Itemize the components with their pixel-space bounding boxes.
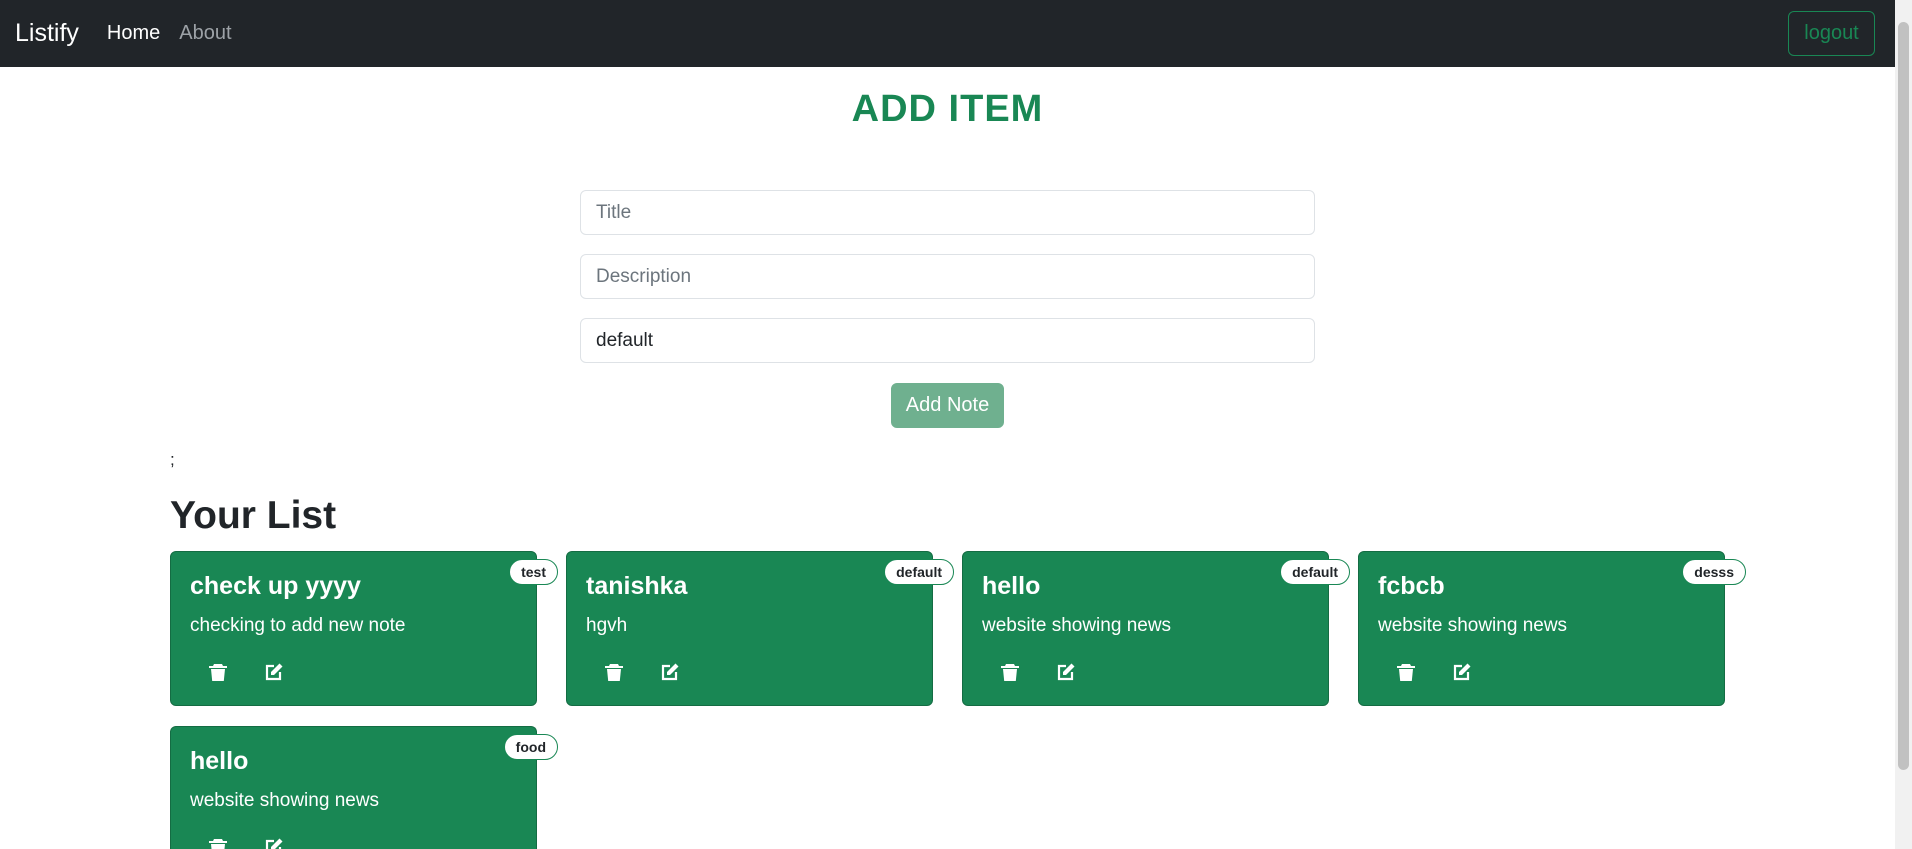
note-tag-badge: default <box>1280 559 1350 585</box>
note-actions <box>999 661 1077 683</box>
note-card: hello website showing news food <box>170 726 558 849</box>
note-actions <box>207 661 285 683</box>
nav-link-home[interactable]: Home <box>107 22 160 45</box>
logout-button[interactable]: logout <box>1788 11 1875 56</box>
note-description: website showing news <box>1378 615 1568 636</box>
note-actions <box>603 661 681 683</box>
note-title: tanishka <box>586 572 688 600</box>
stray-text: ; <box>170 450 175 469</box>
title-input[interactable] <box>580 190 1315 235</box>
add-note-button[interactable]: Add Note <box>891 383 1004 428</box>
note-description: hgvh <box>586 615 628 636</box>
trash-icon[interactable] <box>1395 661 1417 683</box>
description-input[interactable] <box>580 254 1315 299</box>
edit-icon[interactable] <box>659 661 681 683</box>
note-card: fcbcb website showing news desss <box>1358 551 1746 706</box>
note-card: hello website showing news default <box>962 551 1350 706</box>
edit-icon[interactable] <box>1055 661 1077 683</box>
add-item-heading: ADD ITEM <box>851 88 1044 130</box>
note-title: check up yyyy <box>190 572 361 600</box>
note-title: hello <box>190 747 249 775</box>
page-scrollbar[interactable] <box>1895 0 1912 849</box>
note-actions <box>207 836 285 849</box>
trash-icon[interactable] <box>603 661 625 683</box>
your-list-heading: Your List <box>170 494 337 537</box>
note-title: fcbcb <box>1378 572 1445 600</box>
tag-input[interactable] <box>580 318 1315 363</box>
note-tag-badge: desss <box>1682 559 1746 585</box>
note-tag-badge: food <box>503 734 558 760</box>
trash-icon[interactable] <box>999 661 1021 683</box>
note-card: tanishka hgvh default <box>566 551 954 706</box>
scrollbar-thumb[interactable] <box>1898 22 1909 770</box>
trash-icon[interactable] <box>207 661 229 683</box>
note-actions <box>1395 661 1473 683</box>
note-card: check up yyyy checking to add new note t… <box>170 551 558 706</box>
navbar: Listify Home About logout <box>0 0 1895 67</box>
edit-icon[interactable] <box>263 836 285 849</box>
edit-icon[interactable] <box>263 661 285 683</box>
note-tag-badge: default <box>884 559 954 585</box>
note-title: hello <box>982 572 1041 600</box>
note-tag-badge: test <box>509 559 558 585</box>
trash-icon[interactable] <box>207 836 229 849</box>
note-description: checking to add new note <box>190 615 406 636</box>
nav-link-about[interactable]: About <box>179 22 231 45</box>
edit-icon[interactable] <box>1451 661 1473 683</box>
note-description: website showing news <box>982 615 1172 636</box>
brand-logo[interactable]: Listify <box>15 19 79 48</box>
note-description: website showing news <box>190 790 380 811</box>
